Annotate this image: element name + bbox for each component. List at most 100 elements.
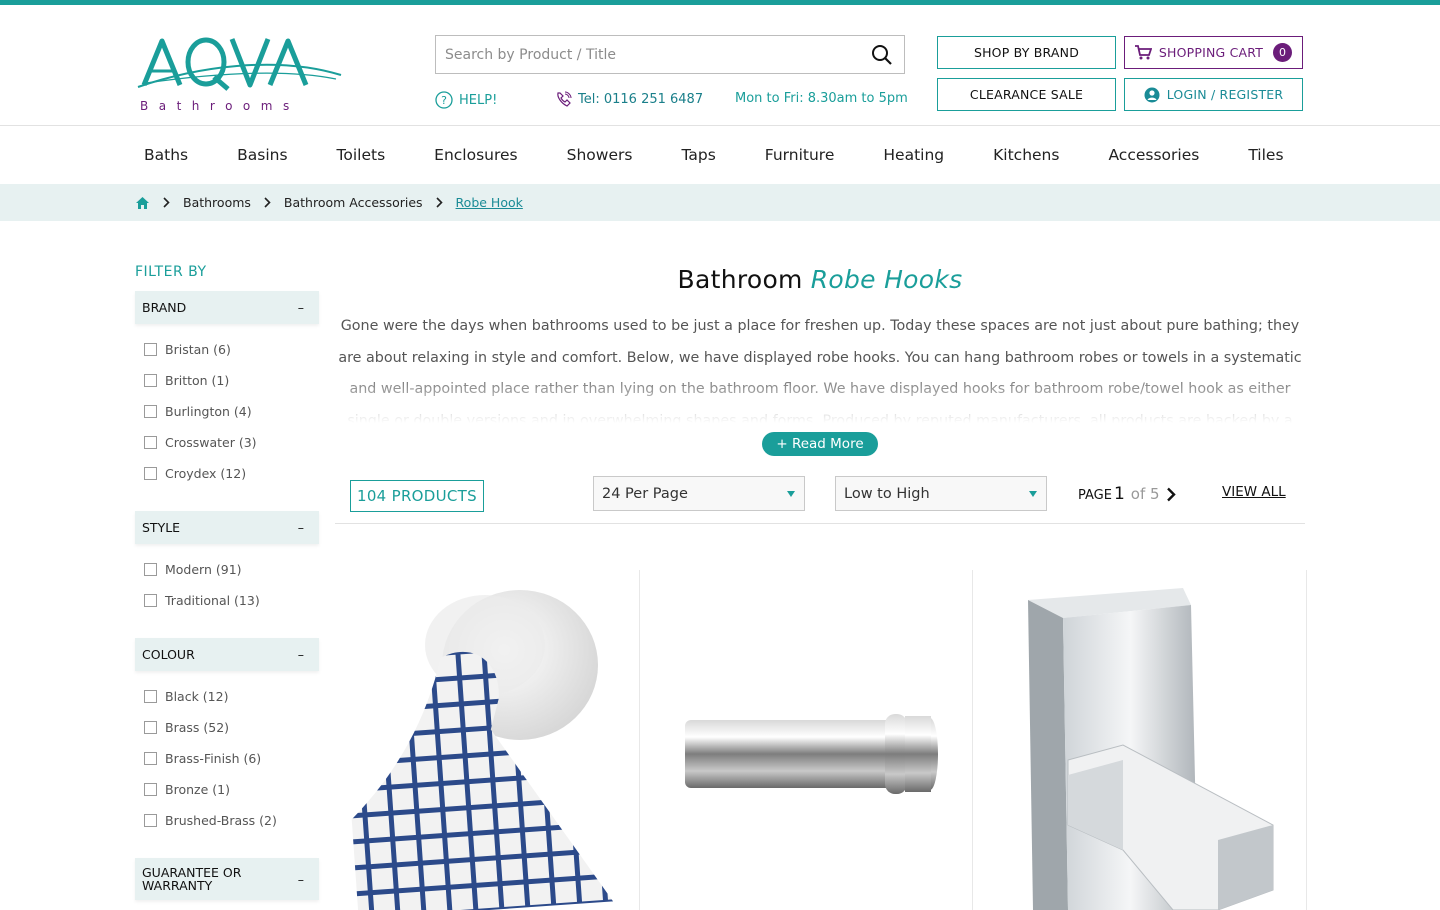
sort-select[interactable]: Low to High [835,476,1047,511]
filter-group-guarantee-header[interactable]: GUARANTEE OR WARRANTY – [135,858,319,900]
dropdown-arrow-icon [787,490,795,497]
filter-option[interactable]: Brushed-Brass (2) [135,805,319,836]
filter-option[interactable]: Bristan (6) [135,334,319,365]
filter-option-label: Crosswater (3) [165,435,257,450]
collapse-icon[interactable]: – [298,520,304,535]
nav-item-basins[interactable]: Basins [237,146,287,164]
clearance-sale-button[interactable]: CLEARANCE SALE [937,78,1116,111]
filter-option[interactable]: Black (12) [135,681,319,712]
product-image[interactable] [640,570,973,910]
nav-item-tiles[interactable]: Tiles [1248,146,1283,164]
total-pages: of 5 [1130,485,1160,503]
breadcrumb-bathrooms[interactable]: Bathrooms [183,195,251,210]
checkbox[interactable] [144,690,157,703]
filter-sidebar: FILTER BY BRAND – Bristan (6) Britton (1… [135,264,319,900]
telephone-number: Tel: 0116 251 6487 [578,92,704,107]
filter-option[interactable]: Traditional (13) [135,585,319,616]
site-logo[interactable]: Bathrooms [136,27,346,117]
filter-option-label: Brass-Finish (6) [165,751,262,766]
opening-hours: Mon to Fri: 8.30am to 5pm [735,91,908,106]
filter-option[interactable]: Britton (1) [135,365,319,396]
filter-group-style-header[interactable]: STYLE – [135,511,319,544]
site-header: Bathrooms ? HELP! Tel: 0116 251 6487 Mon… [0,5,1440,126]
dropdown-arrow-icon [1029,490,1037,497]
filter-option[interactable]: Brass-Finish (6) [135,743,319,774]
product-card[interactable] [973,570,1307,910]
shop-by-brand-label: SHOP BY BRAND [973,45,1080,60]
nav-item-accessories[interactable]: Accessories [1108,146,1199,164]
shop-by-brand-button[interactable]: SHOP BY BRAND [937,36,1116,69]
logo-tagline: Bathrooms [140,99,300,113]
shopping-cart-button[interactable]: SHOPPING CART 0 [1124,36,1303,69]
nav-item-baths[interactable]: Baths [144,146,188,164]
read-more-button[interactable]: + Read More [762,432,878,456]
help-link[interactable]: ? HELP! [435,91,497,109]
filter-option[interactable]: Bronze (1) [135,774,319,805]
filter-group-title: STYLE [142,520,181,535]
product-card[interactable] [640,570,973,910]
search-input[interactable] [436,36,860,73]
checkbox[interactable] [144,436,157,449]
filter-option-label: Traditional (13) [165,593,260,608]
per-page-select[interactable]: 24 Per Page [593,476,805,511]
filter-group-title: GUARANTEE OR WARRANTY [142,865,242,893]
filter-group-colour-header[interactable]: COLOUR – [135,638,319,671]
filter-option[interactable]: Croydex (12) [135,458,319,489]
nav-item-heating[interactable]: Heating [883,146,944,164]
checkbox[interactable] [144,814,157,827]
product-image[interactable] [335,570,640,910]
filter-by-heading: FILTER BY [135,264,207,280]
collapse-icon[interactable]: – [298,647,304,662]
nav-item-showers[interactable]: Showers [567,146,633,164]
page-title-highlight: Robe Hooks [810,265,963,294]
breadcrumb-robe-hook[interactable]: Robe Hook [456,195,523,210]
checkbox[interactable] [144,467,157,480]
nav-item-kitchens[interactable]: Kitchens [993,146,1059,164]
nav-item-toilets[interactable]: Toilets [337,146,386,164]
cart-count-badge: 0 [1273,43,1293,62]
nav-item-furniture[interactable]: Furniture [765,146,835,164]
filter-group-brand-header[interactable]: BRAND – [135,291,319,324]
filter-option[interactable]: Crosswater (3) [135,427,319,458]
checkbox[interactable] [144,783,157,796]
svg-text:?: ? [441,94,447,107]
checkbox[interactable] [144,405,157,418]
telephone-link[interactable]: Tel: 0116 251 6487 [555,91,703,108]
search-bar [435,35,905,74]
checkbox[interactable] [144,343,157,356]
nav-item-taps[interactable]: Taps [681,146,715,164]
filter-option[interactable]: Burlington (4) [135,396,319,427]
login-register-button[interactable]: LOGIN / REGISTER [1124,78,1303,111]
breadcrumb: Bathrooms Bathroom Accessories Robe Hook [0,184,1440,221]
filter-option[interactable]: Modern (91) [135,554,319,585]
filter-group-title: BRAND [142,300,187,315]
filter-group-brand-options: Bristan (6) Britton (1) Burlington (4) C… [135,324,319,511]
page-label: PAGE [1078,488,1112,503]
cart-icon [1134,45,1152,60]
breadcrumb-bathroom-accessories[interactable]: Bathroom Accessories [284,195,423,210]
pagination: PAGE 1 of 5 [1078,484,1176,504]
filter-option-label: Bronze (1) [165,782,230,797]
chevron-right-icon [163,197,170,208]
filter-group-title: COLOUR [142,647,195,662]
page-title-prefix: Bathroom [677,265,803,294]
nav-item-enclosures[interactable]: Enclosures [434,146,517,164]
checkbox[interactable] [144,563,157,576]
product-card[interactable] [335,570,640,910]
checkbox[interactable] [144,594,157,607]
checkbox[interactable] [144,721,157,734]
home-icon[interactable] [135,196,150,210]
next-page-icon[interactable] [1166,487,1176,502]
product-grid [335,570,1307,910]
collapse-icon[interactable]: – [298,873,304,886]
filter-option[interactable]: Brass (52) [135,712,319,743]
collapse-icon[interactable]: – [298,300,304,315]
filter-group-colour-options: Black (12) Brass (52) Brass-Finish (6) B… [135,671,319,858]
filter-option-label: Bristan (6) [165,342,231,357]
search-icon[interactable] [860,44,904,66]
checkbox[interactable] [144,752,157,765]
view-all-link[interactable]: VIEW ALL [1222,484,1286,500]
product-image[interactable] [973,570,1307,910]
clearance-sale-label: CLEARANCE SALE [969,87,1084,102]
checkbox[interactable] [144,374,157,387]
